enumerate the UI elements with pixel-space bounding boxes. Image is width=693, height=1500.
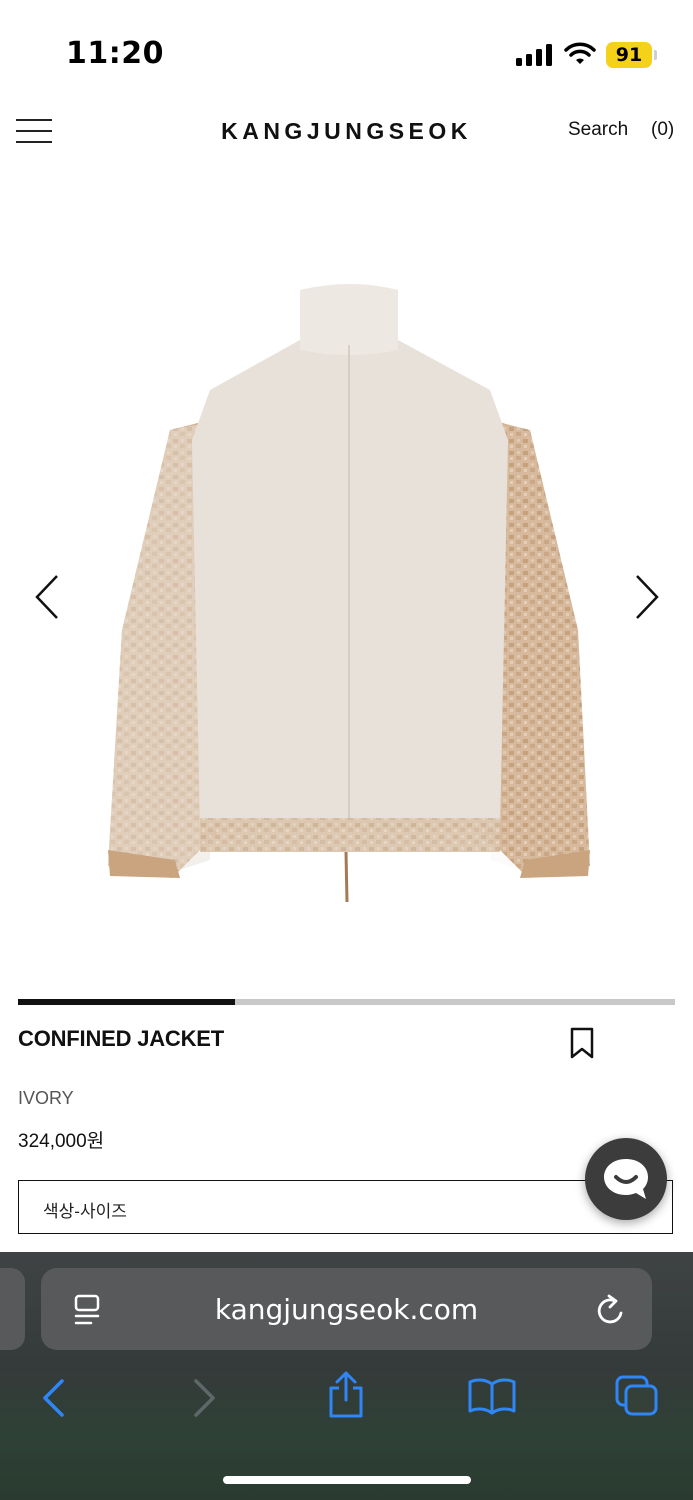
product-color: IVORY (18, 1088, 74, 1108)
cart-count-link[interactable]: (0) (651, 119, 674, 141)
chevron-left-icon[interactable] (34, 574, 60, 620)
product-image[interactable] (60, 270, 640, 920)
gallery-progress-fill (18, 999, 235, 1005)
wifi-icon (564, 42, 596, 64)
home-indicator[interactable] (223, 1476, 471, 1484)
status-time: 11:20 (66, 36, 164, 71)
url-text[interactable]: kangjungseok.com (41, 1293, 652, 1326)
product-name: CONFINED JACKET (18, 1026, 225, 1051)
option-select[interactable]: 색상-사이즈 (18, 1180, 673, 1234)
search-link[interactable]: Search (568, 119, 628, 141)
chevron-right-icon[interactable] (634, 574, 660, 620)
previous-tab-peek[interactable] (0, 1268, 25, 1350)
option-select-label: 색상-사이즈 (43, 1202, 127, 1221)
open-book-icon[interactable] (467, 1376, 517, 1416)
gallery-progress-track (18, 999, 675, 1005)
forward-arrow-icon[interactable] (190, 1378, 218, 1418)
battery-indicator: 91 (606, 42, 652, 68)
jacket-body (192, 285, 508, 830)
battery-cap (654, 50, 657, 60)
back-arrow-icon[interactable] (40, 1378, 68, 1418)
cellular-signal-icon (516, 44, 552, 66)
share-icon[interactable] (326, 1370, 366, 1420)
reload-icon[interactable] (595, 1293, 627, 1327)
tabs-icon[interactable] (614, 1374, 660, 1418)
product-price: 324,000원 (18, 1131, 105, 1152)
address-bar[interactable]: kangjungseok.com (41, 1268, 652, 1350)
chat-button[interactable] (585, 1138, 667, 1220)
chat-icon (604, 1159, 648, 1199)
bookmark-icon[interactable] (570, 1027, 594, 1059)
